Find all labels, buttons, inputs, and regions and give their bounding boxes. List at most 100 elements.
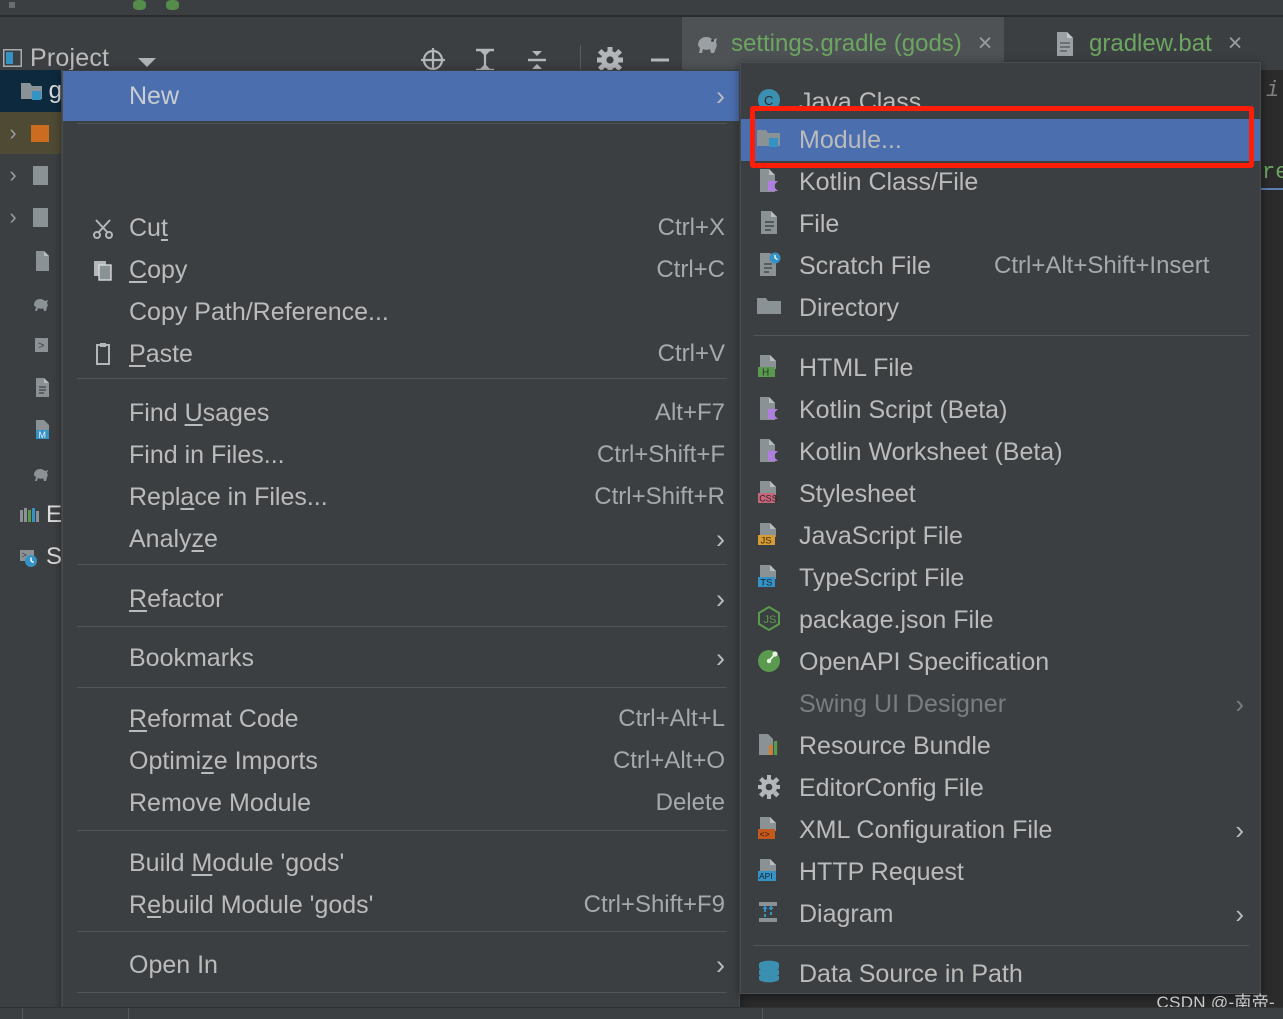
- tree-item-scratches-consoles[interactable]: > S: [0, 536, 62, 578]
- tree-item-kotlin-file[interactable]: [0, 240, 62, 282]
- submenu-item-java-class[interactable]: C Java Class: [741, 81, 1260, 123]
- chevron-right-icon: ›: [1235, 689, 1244, 719]
- chevron-right-icon: ›: [716, 642, 725, 673]
- menu-item-new[interactable]: New ›: [63, 71, 739, 121]
- submenu-item-typescript-file[interactable]: TS TypeScript File: [741, 557, 1260, 599]
- submenu-item-http-request[interactable]: API HTTP Request: [741, 851, 1260, 893]
- menu-item-shortcut: Ctrl+Alt+L: [618, 705, 725, 732]
- chevron-right-icon: ›: [716, 949, 725, 980]
- submenu-item-diagram[interactable]: Diagram ›: [741, 893, 1260, 935]
- menu-separator: [77, 992, 727, 993]
- tree-item-gradle-file[interactable]: [0, 282, 62, 324]
- menu-item-label: Reformat Code: [129, 704, 299, 733]
- menu-item-label: Refactor: [129, 584, 224, 613]
- menu-item-shortcut: Ctrl+Shift+F9: [583, 891, 725, 918]
- page-title: Project: [30, 44, 110, 72]
- submenu-item-label: Data Source in Path: [799, 959, 1023, 988]
- submenu-separator: [753, 335, 1249, 336]
- menu-item-bookmarks[interactable]: Bookmarks ›: [63, 633, 739, 683]
- submenu-item-kotlin-class-file[interactable]: Kotlin Class/File: [741, 161, 1260, 203]
- submenu-item-kotlin-script[interactable]: Kotlin Script (Beta): [741, 389, 1260, 431]
- text-file-icon: [26, 374, 54, 400]
- editor-code-underline: [1260, 188, 1283, 190]
- tree-item-folder[interactable]: ›: [0, 196, 62, 238]
- menu-item-label: Analyze: [129, 524, 218, 553]
- chevron-right-icon: ›: [716, 80, 725, 111]
- submenu-item-javascript-file[interactable]: JS JavaScript File: [741, 515, 1260, 557]
- kotlin-file-icon: [26, 248, 54, 274]
- chevron-right-icon: ›: [716, 583, 725, 614]
- menu-item-label: Open In: [129, 950, 218, 979]
- chevron-right-icon: ›: [9, 162, 17, 187]
- top-strip-marker: [9, 2, 15, 8]
- tree-item-text-file[interactable]: [0, 366, 62, 408]
- chevron-down-icon[interactable]: [138, 58, 156, 67]
- submenu-item-xml-configuration-file[interactable]: <> XML Configuration File ›: [741, 809, 1260, 851]
- menu-separator: [77, 931, 727, 932]
- menu-separator: [77, 830, 727, 831]
- tree-item-gods[interactable]: g: [0, 70, 62, 112]
- menu-item-shortcut: Delete: [655, 789, 725, 816]
- menu-item-shortcut: Ctrl+Shift+R: [594, 483, 725, 510]
- editor-tab-label: gradlew.bat: [1089, 29, 1212, 57]
- menu-separator: [77, 123, 727, 124]
- menu-item-paste[interactable]: Paste Ctrl+V: [63, 329, 739, 379]
- submenu-item-openapi-specification[interactable]: OpenAPI Specification: [741, 641, 1260, 683]
- svg-text:H: H: [762, 368, 769, 379]
- ts-file-icon: TS: [756, 563, 782, 591]
- menu-item-rebuild-module[interactable]: Rebuild Module 'gods' Ctrl+Shift+F9: [63, 880, 739, 930]
- submenu-item-label: Java Class: [799, 87, 922, 116]
- menu-item-refactor[interactable]: Refactor ›: [63, 574, 739, 624]
- tree-item-external-libraries[interactable]: E: [0, 494, 62, 536]
- tree-item-src[interactable]: ›: [0, 112, 62, 154]
- status-bar: [0, 1007, 1283, 1019]
- submenu-item-kotlin-worksheet[interactable]: Kotlin Worksheet (Beta): [741, 431, 1260, 473]
- submenu-separator: [753, 945, 1249, 946]
- menu-item-label: Find in Files...: [129, 440, 285, 469]
- scissors-icon: [91, 216, 115, 240]
- menu-item-analyze[interactable]: Analyze ›: [63, 514, 739, 564]
- chevron-right-icon: ›: [716, 523, 725, 554]
- menu-item-label: Replace in Files...: [129, 482, 328, 511]
- submenu-item-package-json-file[interactable]: JS package.json File: [741, 599, 1260, 641]
- menu-item-remove-module[interactable]: Remove Module Delete: [63, 778, 739, 828]
- submenu-item-html-file[interactable]: H HTML File: [741, 347, 1260, 389]
- submenu-item-stylesheet[interactable]: CSS Stylesheet: [741, 473, 1260, 515]
- chevron-right-icon: ›: [1235, 815, 1244, 845]
- run-indicator-dot: [133, 0, 146, 10]
- folder-icon: [26, 162, 54, 188]
- status-bar-divider: [128, 1008, 129, 1019]
- submenu-item-resource-bundle[interactable]: Resource Bundle: [741, 725, 1260, 767]
- tree-item-gradle-file[interactable]: [0, 452, 62, 494]
- submenu-item-file[interactable]: File: [741, 203, 1260, 245]
- svg-text:API: API: [759, 871, 773, 881]
- submenu-item-label: OpenAPI Specification: [799, 647, 1050, 676]
- submenu-item-swing-ui-designer[interactable]: Swing UI Designer ›: [741, 683, 1260, 725]
- submenu-item-editorconfig-file[interactable]: EditorConfig File: [741, 767, 1260, 809]
- submenu-item-label: File: [799, 209, 840, 238]
- http-request-icon: API: [756, 857, 782, 885]
- submenu-item-label: Diagram: [799, 899, 894, 928]
- menu-item-label: Paste: [129, 339, 193, 368]
- submenu-item-label: Kotlin Worksheet (Beta): [799, 437, 1063, 466]
- gear-icon: [756, 773, 782, 801]
- submenu-item-directory[interactable]: Directory: [741, 287, 1260, 329]
- submenu-item-label: Kotlin Script (Beta): [799, 395, 1008, 424]
- menu-item-label: Copy Path/Reference...: [129, 297, 389, 326]
- tree-item-folder[interactable]: ›: [0, 154, 62, 196]
- close-icon[interactable]: ×: [1228, 31, 1243, 56]
- menu-item-label: Copy: [129, 255, 188, 284]
- tree-item-bat-file[interactable]: >: [0, 324, 62, 366]
- file-icon: [756, 209, 782, 237]
- tree-item-label: S: [45, 543, 62, 570]
- menu-item-open-in[interactable]: Open In ›: [63, 940, 739, 990]
- submenu-item-module[interactable]: Module...: [741, 119, 1260, 161]
- tree-item-markdown-file[interactable]: M: [0, 408, 62, 450]
- js-file-icon: JS: [756, 521, 782, 549]
- kotlin-file-icon: [756, 167, 782, 195]
- submenu-item-scratch-file[interactable]: Scratch File Ctrl+Alt+Shift+Insert: [741, 245, 1260, 287]
- chevron-right-icon: ›: [9, 204, 17, 229]
- menu-item-shortcut: Ctrl+Alt+O: [612, 747, 725, 774]
- close-icon[interactable]: ×: [978, 31, 993, 56]
- module-folder-icon: [19, 78, 47, 104]
